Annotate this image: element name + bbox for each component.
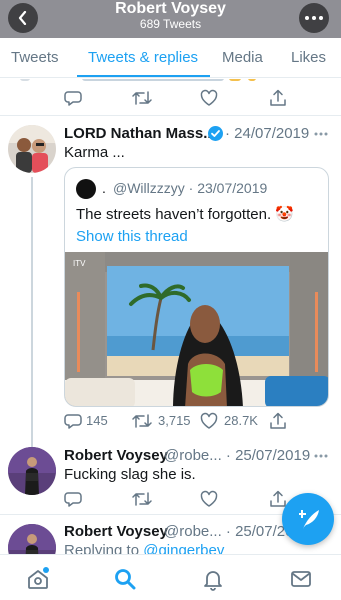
compose-feather-icon (299, 510, 319, 529)
nav-search[interactable] (113, 567, 137, 591)
profile-header: Robert Voysey 689 Tweets (0, 0, 341, 38)
tweet-divider (0, 115, 341, 116)
active-tab-indicator (77, 75, 210, 77)
tweet-text: Karma ... (64, 144, 125, 161)
share-icon (270, 412, 286, 429)
tweet-count: 689 Tweets (139, 17, 202, 31)
nav-messages[interactable] (289, 567, 313, 591)
tab-likes[interactable]: Likes (291, 38, 326, 78)
tweet-date: · 24/07/2019 (225, 125, 310, 142)
home-icon (28, 567, 49, 589)
reply-context: Replying to @gingerbev (64, 542, 224, 554)
more-horizontal-icon[interactable] (314, 453, 328, 459)
timeline[interactable]: LORD Nathan Mass... · 24/07/2019 Karma .… (0, 79, 341, 554)
share-button[interactable] (269, 89, 287, 107)
more-horizontal-icon[interactable] (314, 131, 328, 137)
avatar[interactable] (8, 524, 56, 554)
reply-button[interactable] (64, 490, 82, 508)
more-options-button[interactable] (299, 3, 329, 33)
search-icon (115, 569, 136, 590)
author-name[interactable]: Robert Voysey (64, 523, 168, 540)
reply-icon (64, 414, 82, 429)
heart-icon (200, 412, 218, 429)
tab-media[interactable]: Media (222, 38, 263, 78)
previous-tweet-clipped-text (0, 79, 341, 83)
avatar (76, 179, 96, 199)
replying-to-label: Replying to (64, 542, 144, 554)
thread-line (31, 177, 33, 449)
quoted-author-handle: @Willzzzyy · 23/07/2019 (113, 180, 268, 196)
reply-button[interactable]: 145 (64, 412, 108, 430)
like-button[interactable] (200, 89, 218, 107)
profile-tabs: Tweets Tweets & replies Media Likes (0, 38, 341, 78)
retweet-button[interactable] (132, 490, 152, 508)
tab-tweets-and-replies[interactable]: Tweets & replies (88, 38, 198, 78)
reply-count: 145 (86, 413, 108, 428)
retweet-icon (132, 91, 152, 105)
replying-to-handle[interactable]: @gingerbev (143, 542, 224, 554)
quoted-tweet-media[interactable]: ITV (65, 252, 328, 406)
share-icon (270, 490, 286, 507)
avatar[interactable] (8, 125, 56, 173)
tweet-handle-date: @robe... · 25/07/2019 (164, 447, 311, 464)
bell-icon (204, 571, 222, 591)
retweet-button[interactable] (132, 89, 152, 107)
author-name[interactable]: Robert Voysey (64, 447, 168, 464)
show-thread-link[interactable]: Show this thread (76, 228, 188, 245)
like-button[interactable] (200, 490, 218, 508)
author-name[interactable]: LORD Nathan Mass... (64, 125, 216, 142)
mail-icon (291, 571, 311, 587)
retweet-button[interactable]: 3,715 (132, 412, 191, 430)
tab-tweets[interactable]: Tweets (11, 38, 59, 78)
retweet-icon (132, 492, 152, 506)
reply-icon (64, 91, 82, 106)
nav-notifications[interactable] (201, 567, 225, 591)
compose-tweet-button[interactable] (282, 493, 334, 545)
share-button[interactable] (269, 490, 287, 508)
heart-icon (200, 490, 218, 507)
quoted-tweet-text: The streets haven’t forgotten. 🤡 (76, 206, 294, 223)
reply-icon (64, 492, 82, 507)
quoted-tweet[interactable]: . @Willzzzyy · 23/07/2019 The streets ha… (64, 167, 329, 407)
profile-name: Robert Voysey (115, 0, 226, 17)
like-button[interactable]: 28.7K (200, 412, 258, 430)
retweet-icon (132, 414, 152, 428)
svg-text:ITV: ITV (73, 259, 86, 268)
quoted-author-name: . (102, 180, 106, 196)
retweet-count: 3,715 (158, 413, 191, 428)
avatar[interactable] (8, 447, 56, 495)
heart-icon (200, 89, 218, 106)
reply-button[interactable] (64, 89, 82, 107)
share-button[interactable] (269, 412, 287, 430)
tweet-text: Fucking slag she is. (64, 466, 196, 483)
like-count: 28.7K (224, 413, 258, 428)
share-icon (270, 89, 286, 106)
nav-home[interactable] (26, 567, 50, 591)
more-horizontal-icon (305, 16, 323, 20)
tweet-handle-date: @robe... · 25/07/20 (164, 523, 294, 540)
verified-badge-icon (208, 126, 223, 141)
bottom-navigation (0, 554, 341, 600)
